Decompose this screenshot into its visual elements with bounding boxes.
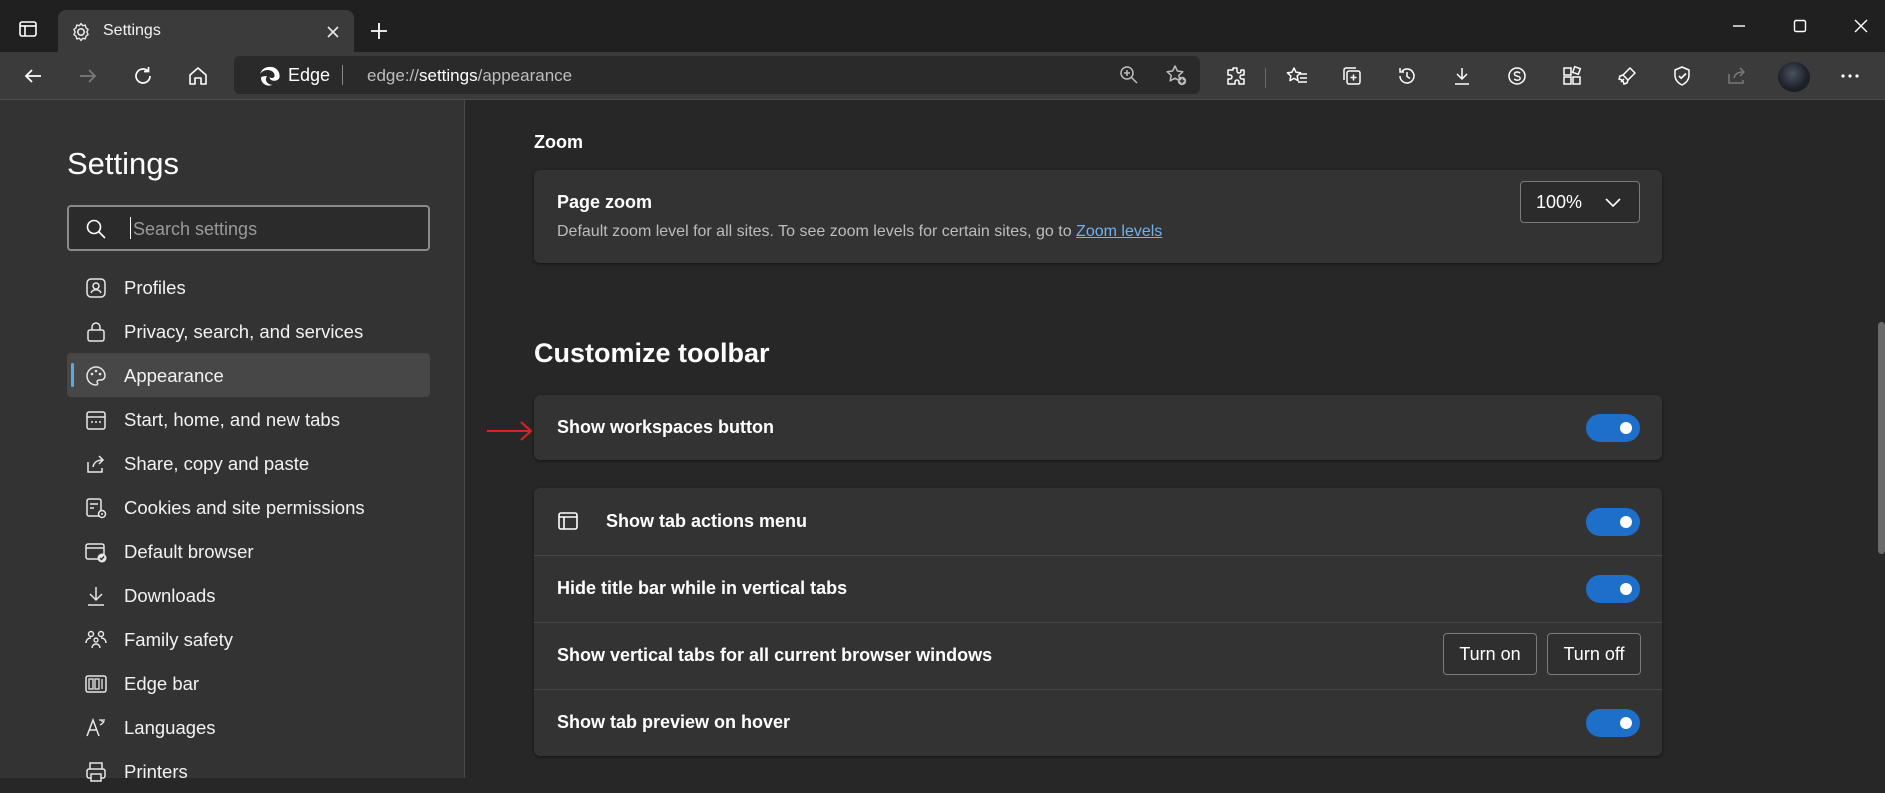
palette-icon xyxy=(84,364,108,388)
address-brand: Edge xyxy=(288,65,331,85)
favorites-icon[interactable] xyxy=(1282,61,1312,91)
page-zoom-card: Page zoom Default zoom level for all sit… xyxy=(534,170,1662,263)
cookie-gear-icon xyxy=(84,496,108,520)
share-icon xyxy=(84,452,108,476)
chevron-down-icon xyxy=(1604,195,1622,209)
sidebar-item-edge-bar[interactable]: Edge bar xyxy=(67,661,430,705)
maximize-icon[interactable] xyxy=(1786,12,1814,40)
sidebar-item-downloads[interactable]: Downloads xyxy=(67,573,430,617)
page-zoom-title: Page zoom xyxy=(557,192,653,212)
edge-bar-icon xyxy=(84,672,108,696)
gear-icon xyxy=(70,21,92,43)
sidebar-item-cookies[interactable]: Cookies and site permissions xyxy=(67,485,430,529)
skype-icon[interactable] xyxy=(1502,61,1532,91)
tab-title: Settings xyxy=(103,22,161,39)
row-divider xyxy=(534,689,1662,690)
zoom-levels-link[interactable]: Zoom levels xyxy=(1076,223,1162,240)
browser-toolbar: Edge edge://settings/appearance xyxy=(0,52,1885,100)
tab-actions-icon xyxy=(557,510,579,532)
calendar-icon xyxy=(84,408,108,432)
page-zoom-value: 100% xyxy=(1536,192,1583,212)
close-window-icon[interactable] xyxy=(1847,12,1875,40)
page-zoom-select[interactable]: 100% xyxy=(1520,181,1640,223)
apps-icon[interactable] xyxy=(1557,61,1587,91)
sidebar-item-printers[interactable]: Printers xyxy=(67,749,430,793)
default-browser-icon xyxy=(84,540,108,564)
more-options-icon[interactable] xyxy=(1835,61,1865,91)
search-input[interactable] xyxy=(133,217,413,241)
sidebar-item-profiles[interactable]: Profiles xyxy=(67,265,430,309)
turn-on-button[interactable]: Turn on xyxy=(1443,633,1537,675)
printer-icon xyxy=(84,760,108,784)
turn-off-button[interactable]: Turn off xyxy=(1547,633,1641,675)
hide-title-bar-toggle[interactable] xyxy=(1586,575,1640,603)
extensions-icon[interactable] xyxy=(1221,61,1251,91)
tab-strip: Settings xyxy=(0,0,1885,52)
sidebar-item-default-browser[interactable]: Default browser xyxy=(67,529,430,573)
browser-essentials-icon[interactable] xyxy=(1667,61,1697,91)
sidebar-item-languages[interactable]: Languages xyxy=(67,705,430,749)
performance-icon[interactable] xyxy=(1612,61,1642,91)
customize-toolbar-title: Customize toolbar xyxy=(534,338,770,368)
row-divider xyxy=(534,622,1662,623)
family-icon xyxy=(84,628,108,652)
sidebar-item-share[interactable]: Share, copy and paste xyxy=(67,441,430,485)
tab-actions-icon[interactable] xyxy=(13,14,43,44)
downloads-icon[interactable] xyxy=(1447,61,1477,91)
search-caret xyxy=(130,217,131,239)
sidebar-item-appearance[interactable]: Appearance xyxy=(67,353,430,397)
vertical-tabs-label: Show vertical tabs for all current brows… xyxy=(557,645,993,665)
edge-logo-icon xyxy=(258,65,280,87)
forward-icon[interactable] xyxy=(73,61,103,91)
zoom-section-title: Zoom xyxy=(534,132,583,152)
tab-actions-label: Show tab actions menu xyxy=(606,511,808,531)
collections-icon[interactable] xyxy=(1337,61,1367,91)
home-icon[interactable] xyxy=(183,61,213,91)
hide-title-bar-label: Hide title bar while in vertical tabs xyxy=(557,578,848,598)
back-icon[interactable] xyxy=(18,61,48,91)
search-box[interactable] xyxy=(67,205,430,251)
workspaces-toggle[interactable] xyxy=(1586,414,1640,442)
tab-actions-toggle[interactable] xyxy=(1586,508,1640,536)
workspaces-card: Show workspaces button xyxy=(534,395,1662,460)
share-icon[interactable] xyxy=(1722,61,1752,91)
tab-preview-toggle[interactable] xyxy=(1586,709,1640,737)
profile-avatar[interactable] xyxy=(1778,62,1810,92)
history-icon[interactable] xyxy=(1392,61,1422,91)
address-url[interactable]: edge://settings/appearance xyxy=(367,66,572,86)
minimize-icon[interactable] xyxy=(1725,12,1753,40)
lock-icon xyxy=(84,320,108,344)
page-zoom-desc: Default zoom level for all sites. To see… xyxy=(557,223,1163,240)
search-icon xyxy=(85,218,107,240)
sidebar-title: Settings xyxy=(67,146,180,181)
annotation-arrow-icon xyxy=(486,419,534,443)
refresh-icon[interactable] xyxy=(128,61,158,91)
row-divider xyxy=(534,555,1662,556)
download-icon xyxy=(84,584,108,608)
settings-sidebar: Settings Profiles Privacy, search, and s… xyxy=(0,100,465,782)
workspaces-label: Show workspaces button xyxy=(557,417,775,437)
tab-settings[interactable]: Settings xyxy=(58,10,354,52)
sidebar-item-privacy[interactable]: Privacy, search, and services xyxy=(67,309,430,353)
sidebar-item-start-home[interactable]: Start, home, and new tabs xyxy=(67,397,430,441)
zoom-in-icon[interactable] xyxy=(1118,64,1140,86)
address-bar[interactable]: Edge edge://settings/appearance xyxy=(234,56,1200,94)
toolbar-options-card: Show tab actions menu Hide title bar whi… xyxy=(534,488,1662,756)
sidebar-item-family-safety[interactable]: Family safety xyxy=(67,617,430,661)
toolbar-separator xyxy=(1265,68,1266,88)
address-separator xyxy=(342,65,343,85)
tab-preview-label: Show tab preview on hover xyxy=(557,712,791,732)
scrollbar-thumb[interactable] xyxy=(1878,322,1885,554)
add-favorite-icon[interactable] xyxy=(1164,63,1188,87)
close-tab-icon[interactable] xyxy=(323,22,343,42)
profile-icon xyxy=(84,276,108,300)
settings-content: Zoom Page zoom Default zoom level for al… xyxy=(466,100,1885,778)
new-tab-icon[interactable] xyxy=(364,16,394,46)
language-icon xyxy=(84,716,108,740)
